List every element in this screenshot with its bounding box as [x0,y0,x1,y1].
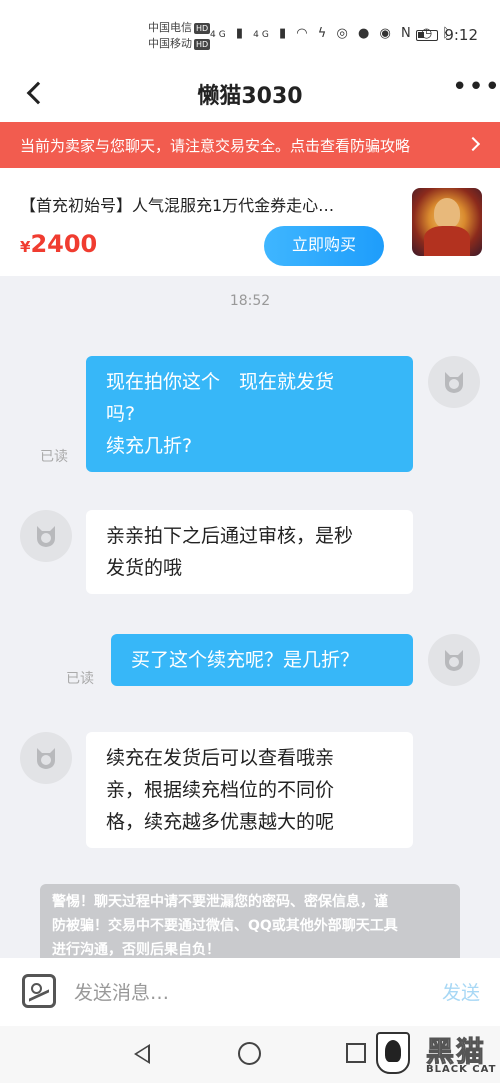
status-time-wrap: 9:12 [416,26,478,44]
message-bubble-received[interactable]: 亲亲拍下之后通过审核，是秒 发货的哦 [86,510,413,594]
safety-notice: 警惕！聊天过程中请不要泄漏您的密码、密保信息，谨 防被骗！交易中不要通过微信、Q… [40,884,460,958]
carrier-2: 中国移动 [148,37,192,50]
image-icon[interactable] [22,974,56,1008]
product-card[interactable]: 【首充初始号】人气混服充1万代金券走心… ¥2400 立即购买 [0,168,500,276]
avatar-cat-icon [445,372,463,393]
message-input-bar: 发送 [0,958,500,1026]
price-value: 2400 [30,230,98,258]
watermark-logo: 黑猫 BLACK CAT [372,1026,500,1083]
avatar[interactable] [20,732,72,784]
chevron-right-icon [465,136,481,152]
hd-badge-2: HD [194,38,211,50]
message-bubble-received[interactable]: 续充在发货后可以查看哦亲 亲，根据续充档位的不同价 格，续充越多优惠越大的呢 [86,732,413,848]
safety-banner[interactable]: 当前为卖家与您聊天，请注意交易安全。点击查看防骗攻略 [0,122,500,168]
bolt-icon: ϟ [317,26,330,41]
signal-icon: ▮ [235,26,246,41]
product-thumbnail[interactable] [412,188,482,256]
signal-icon-2: ▮ [278,26,290,41]
hd-badge-1: HD [194,22,211,34]
network-icon: 4G [210,30,229,40]
message-line: 买了这个续充呢？是几折？ [131,649,360,671]
banner-text: 当前为卖家与您聊天，请注意交易安全。点击查看防骗攻略 [20,137,411,155]
currency-symbol: ¥ [20,238,31,256]
nav-recents-icon[interactable] [346,1043,366,1063]
network-icon-2: 4G [253,30,272,40]
read-status: 已读 [40,449,68,465]
message-line: 格，续充越多优惠越大的呢 [106,811,335,833]
message-line: 现在拍你这个 现在就发货 [106,371,335,393]
avatar-cat-icon [37,748,55,769]
wifi-icon: ◠ [296,26,311,41]
buy-now-button[interactable]: 立即购买 [264,226,384,266]
chat-area[interactable]: 18:52 现在拍你这个 现在就发货 吗? 续充几折? 已读 亲亲拍下之后通过审… [0,276,500,958]
message-line: 亲亲拍下之后通过审核，是秒 [106,525,354,547]
product-title: 【首充初始号】人气混服充1万代金券走心… [20,196,335,215]
notice-line: 警惕！聊天过程中请不要泄漏您的密码、密保信息，谨 [52,894,388,910]
nav-home-icon[interactable] [238,1042,261,1065]
read-status: 已读 [66,671,94,687]
carrier-info: 中国电信 HD 中国移动 HD [148,20,211,52]
cat-logo-icon [376,1032,410,1074]
message-bubble-sent[interactable]: 现在拍你这个 现在就发货 吗? 续充几折? [86,356,413,472]
avatar[interactable] [428,356,480,408]
message-line: 续充在发货后可以查看哦亲 [106,747,335,769]
status-time: 9:12 [444,26,478,44]
product-price: ¥2400 [20,230,97,258]
nfc-icon: N [400,26,414,41]
avatar-cat-icon [37,526,55,547]
send-button[interactable]: 发送 [442,978,480,1005]
chat-timestamp: 18:52 [229,293,271,309]
message-input[interactable] [74,976,414,1010]
more-icon[interactable]: ••• [452,74,500,102]
app-icon: ◎ [336,26,351,41]
chat-header: 懒猫3030 ••• [0,62,500,122]
message-line: 发货的哦 [106,557,183,579]
notice-line: 进行沟通，否则后果自负！ [52,942,220,958]
message-line: 续充几折? [106,435,193,457]
page-title: 懒猫3030 [197,84,303,109]
avatar[interactable] [428,634,480,686]
message-bubble-sent[interactable]: 买了这个续充呢？是几折？ [111,634,413,686]
watermark-en: BLACK CAT [426,1064,497,1075]
carrier-1: 中国电信 [148,21,192,34]
message-line: 亲，根据续充档位的不同价 [106,779,335,801]
avatar[interactable] [20,510,72,562]
wechat-icon: ◉ [379,26,394,41]
message-line: 吗? [106,403,136,425]
status-bar: 中国电信 HD 中国移动 HD 4G ▮ 4G ▮ ◠ ϟ ◎ ● ◉ N ◷ ᛒ … [0,0,500,62]
avatar-cat-icon [445,650,463,671]
battery-icon [416,30,439,41]
notice-line: 防被骗！交易中不要通过微信、QQ或其他外部聊天工具 [52,918,398,934]
nav-back-icon[interactable] [134,1044,150,1064]
weibo-icon: ● [357,26,373,41]
